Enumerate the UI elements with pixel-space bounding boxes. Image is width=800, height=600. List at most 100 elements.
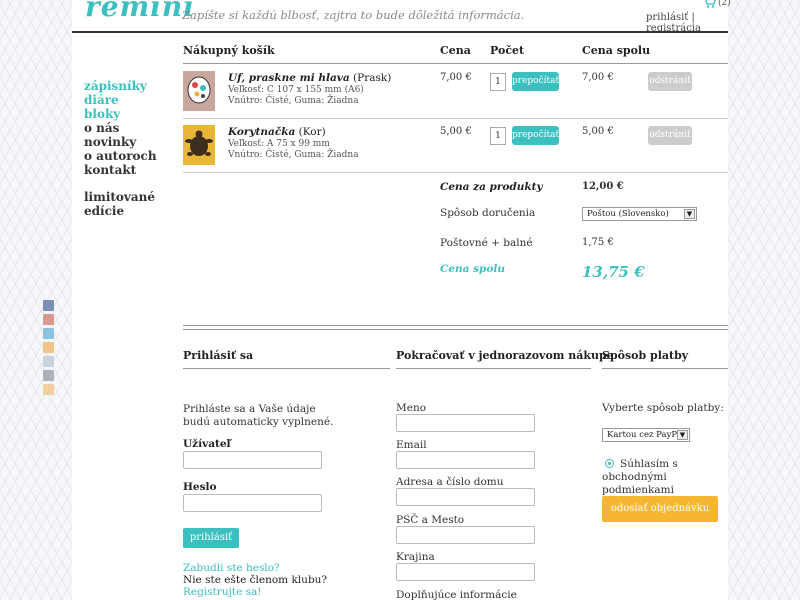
product-name-title: Uf, praskne mi hlava bbox=[228, 72, 350, 84]
guest-checkout-title: Pokračovať v jednorazovom nákupe bbox=[396, 349, 614, 362]
background-pattern-left bbox=[0, 0, 72, 600]
payment-choose-label: Vyberte spôsob platby: bbox=[602, 402, 724, 414]
section-divider bbox=[183, 325, 728, 326]
cart-header-qty: Počet bbox=[490, 44, 525, 57]
cart-header-divider bbox=[183, 63, 728, 64]
section-divider bbox=[183, 329, 728, 330]
header-divider bbox=[72, 31, 728, 33]
summary-total-value: 13,75 € bbox=[582, 263, 645, 281]
rss-icon[interactable] bbox=[43, 342, 54, 353]
product-price: 5,00 € bbox=[440, 126, 472, 137]
nav-item-novinky[interactable]: novinky bbox=[84, 135, 157, 149]
name-label: Meno bbox=[396, 402, 427, 414]
email-label: Email bbox=[396, 439, 427, 451]
nav-limited-line-2: edície bbox=[84, 204, 125, 218]
page: remini Zapíšte si každú blbosť, zajtra t… bbox=[72, 0, 731, 600]
background-pattern-right bbox=[728, 0, 800, 600]
login-link[interactable]: prihlásiť bbox=[646, 12, 688, 23]
terms-line-2: podmienkami bbox=[602, 484, 674, 496]
password-label: Heslo bbox=[183, 481, 217, 493]
nav-item-bloky[interactable]: bloky bbox=[84, 107, 157, 121]
login-intro-line-1: Prihláste sa a Vaše údaje bbox=[183, 403, 316, 415]
nav-item-o-nas[interactable]: o nás bbox=[84, 121, 157, 135]
product-name[interactable]: Korytnačka (Kor) bbox=[228, 126, 326, 138]
payment-method-select[interactable]: Kartou cez PayPal ▼ bbox=[602, 428, 690, 442]
nav-item-o-autoroch[interactable]: o autoroch bbox=[84, 149, 157, 163]
summary-total-label: Cena spolu bbox=[440, 263, 506, 275]
summary-products-label: Cena za produkty bbox=[440, 181, 543, 193]
payment-method-value: Kartou cez PayPal bbox=[607, 430, 685, 440]
product-size: Veľkosť: A 75 x 99 mm bbox=[228, 139, 330, 149]
quantity-input[interactable]: 1 bbox=[490, 73, 506, 91]
recalculate-button[interactable]: prepočítať bbox=[512, 72, 559, 91]
nav-limited-line-1: limitované bbox=[84, 190, 156, 204]
social-share-bar bbox=[43, 300, 55, 398]
register-now-link[interactable]: Registrujte sa! bbox=[183, 586, 261, 598]
chevron-down-icon: ▼ bbox=[684, 209, 695, 219]
product-price: 7,00 € bbox=[440, 72, 472, 83]
nav-item-zapisniky[interactable]: zápisníky bbox=[84, 79, 157, 93]
mail-icon[interactable] bbox=[43, 370, 54, 381]
summary-postage-label: Poštovné + balné bbox=[440, 237, 533, 249]
cart-header-name: Nákupný košík bbox=[183, 44, 275, 57]
quantity-input[interactable]: 1 bbox=[490, 127, 506, 145]
product-inside: Vnútro: Čisté, Guma: Žiadna bbox=[228, 150, 359, 160]
product-variant: (Prask) bbox=[353, 72, 392, 84]
email-icon[interactable] bbox=[43, 356, 54, 367]
product-name-title: Korytnačka bbox=[228, 126, 296, 138]
login-intro: Prihláste sa a Vaše údaje budú automatick… bbox=[183, 403, 333, 429]
delivery-select-value: Poštou (Slovensko) bbox=[587, 209, 669, 219]
row-divider bbox=[183, 118, 728, 119]
nav-item-limitovane-edicie[interactable]: limitované edície bbox=[84, 190, 157, 218]
tagline: Zapíšte si každú blbosť, zajtra to bude … bbox=[182, 8, 525, 22]
zip-city-label: PSČ a Mesto bbox=[396, 514, 465, 526]
logo[interactable]: remini bbox=[85, 0, 195, 23]
google-plus-icon[interactable] bbox=[43, 314, 54, 325]
cart-header-total: Cena spolu bbox=[582, 44, 651, 57]
nav-item-diare[interactable]: diáre bbox=[84, 93, 157, 107]
product-details: Veľkosť: A 75 x 99 mm Vnútro: Čisté, Guma… bbox=[228, 139, 359, 161]
zip-city-input[interactable] bbox=[396, 526, 535, 544]
summary-products-value: 12,00 € bbox=[582, 181, 624, 192]
submit-order-button[interactable]: odoslať objednávku bbox=[602, 496, 718, 522]
product-thumbnail[interactable] bbox=[183, 71, 215, 111]
terms-label: Súhlasím s obchodnými podmienkami bbox=[602, 458, 728, 497]
remove-button[interactable]: odstrániť bbox=[648, 126, 692, 145]
main-nav: zápisníky diáre bloky o nás novinky o au… bbox=[84, 79, 157, 218]
username-input[interactable] bbox=[183, 451, 322, 469]
product-total: 7,00 € bbox=[582, 72, 614, 83]
product-thumbnail[interactable] bbox=[183, 125, 215, 165]
password-input[interactable] bbox=[183, 494, 322, 512]
forgot-password-link[interactable]: Zabudli ste heslo? bbox=[183, 562, 280, 574]
name-input[interactable] bbox=[396, 414, 535, 432]
row-divider bbox=[183, 172, 728, 173]
delivery-select[interactable]: Poštou (Slovensko) ▼ bbox=[582, 207, 697, 221]
nav-item-kontakt[interactable]: kontakt bbox=[84, 163, 157, 177]
feed-icon[interactable] bbox=[43, 384, 54, 395]
cart-icon[interactable] bbox=[702, 0, 716, 8]
email-field[interactable] bbox=[396, 451, 535, 469]
address-input[interactable] bbox=[396, 488, 535, 506]
summary-delivery-label: Spôsob doručenia bbox=[440, 207, 536, 219]
remove-button[interactable]: odstrániť bbox=[648, 72, 692, 91]
chevron-down-icon: ▼ bbox=[677, 430, 688, 440]
product-variant: (Kor) bbox=[298, 126, 326, 138]
recalculate-button[interactable]: prepočítať bbox=[512, 126, 559, 145]
extra-info-label: Doplňujúce informácie bbox=[396, 589, 517, 600]
login-title-underline bbox=[183, 368, 390, 369]
terms-line-1: Súhlasím s obchodnými bbox=[602, 458, 678, 483]
cart-count: (2) bbox=[718, 0, 731, 8]
country-input[interactable] bbox=[396, 563, 535, 581]
product-inside: Vnútro: Čisté, Guma: Žiadna bbox=[228, 96, 359, 106]
cart-header-price: Cena bbox=[440, 44, 471, 57]
facebook-icon[interactable] bbox=[43, 300, 54, 311]
twitter-icon[interactable] bbox=[43, 328, 54, 339]
not-member-text: Nie ste ešte členom klubu? bbox=[183, 574, 328, 586]
country-label: Krajina bbox=[396, 551, 435, 563]
login-intro-line-2: budú automaticky vyplnené. bbox=[183, 416, 334, 428]
product-size: Veľkosť: C 107 x 155 mm (A6) bbox=[228, 85, 364, 95]
login-button[interactable]: prihlásiť bbox=[183, 528, 239, 548]
product-name[interactable]: Uf, praskne mi hlava (Prask) bbox=[228, 72, 391, 84]
address-label: Adresa a číslo domu bbox=[396, 476, 504, 488]
summary-postage-value: 1,75 € bbox=[582, 237, 614, 248]
